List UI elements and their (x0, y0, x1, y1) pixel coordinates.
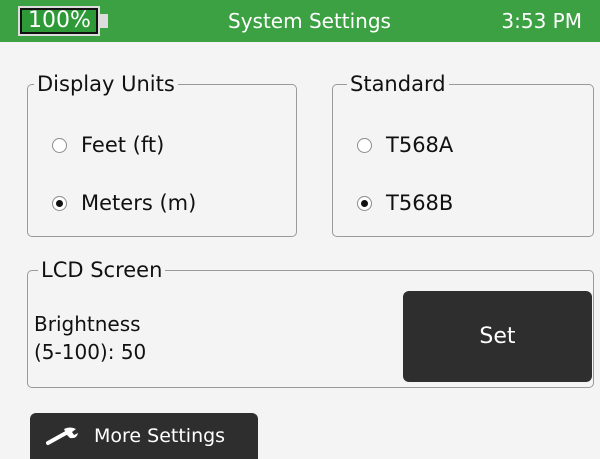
option-t568b[interactable]: T568B (357, 191, 453, 215)
battery-label: 100% (28, 8, 91, 33)
battery-terminal (100, 14, 108, 28)
brightness-label: Brightness (34, 312, 141, 336)
set-button[interactable]: Set (403, 291, 592, 382)
more-settings-button[interactable]: More Settings (30, 413, 258, 459)
t568a-label: T568A (386, 133, 454, 157)
standard-group: Standard T568A T568B (332, 69, 594, 237)
standard-legend: Standard (347, 69, 449, 99)
wrench-icon (46, 426, 80, 446)
feet-radio[interactable] (52, 137, 67, 153)
clock: 3:53 PM (501, 9, 582, 33)
display-units-legend: Display Units (34, 69, 178, 99)
brightness-value: (5-100): 50 (34, 340, 147, 364)
battery-indicator: 100% (18, 6, 100, 36)
more-settings-label: More Settings (94, 425, 226, 447)
meters-radio[interactable] (52, 195, 67, 211)
t568a-radio[interactable] (357, 137, 372, 153)
feet-label: Feet (ft) (81, 133, 165, 157)
display-units-group: Display Units Feet (ft) Meters (m) (27, 69, 297, 237)
lcd-screen-legend: LCD Screen (38, 255, 166, 285)
option-feet[interactable]: Feet (ft) (52, 133, 164, 157)
option-t568a[interactable]: T568A (357, 133, 453, 157)
t568b-label: T568B (386, 191, 454, 215)
page-title: System Settings (228, 9, 391, 33)
status-bar: 100% System Settings 3:53 PM (0, 0, 600, 42)
meters-label: Meters (m) (81, 191, 197, 215)
option-meters[interactable]: Meters (m) (52, 191, 196, 215)
t568b-radio[interactable] (357, 195, 372, 211)
